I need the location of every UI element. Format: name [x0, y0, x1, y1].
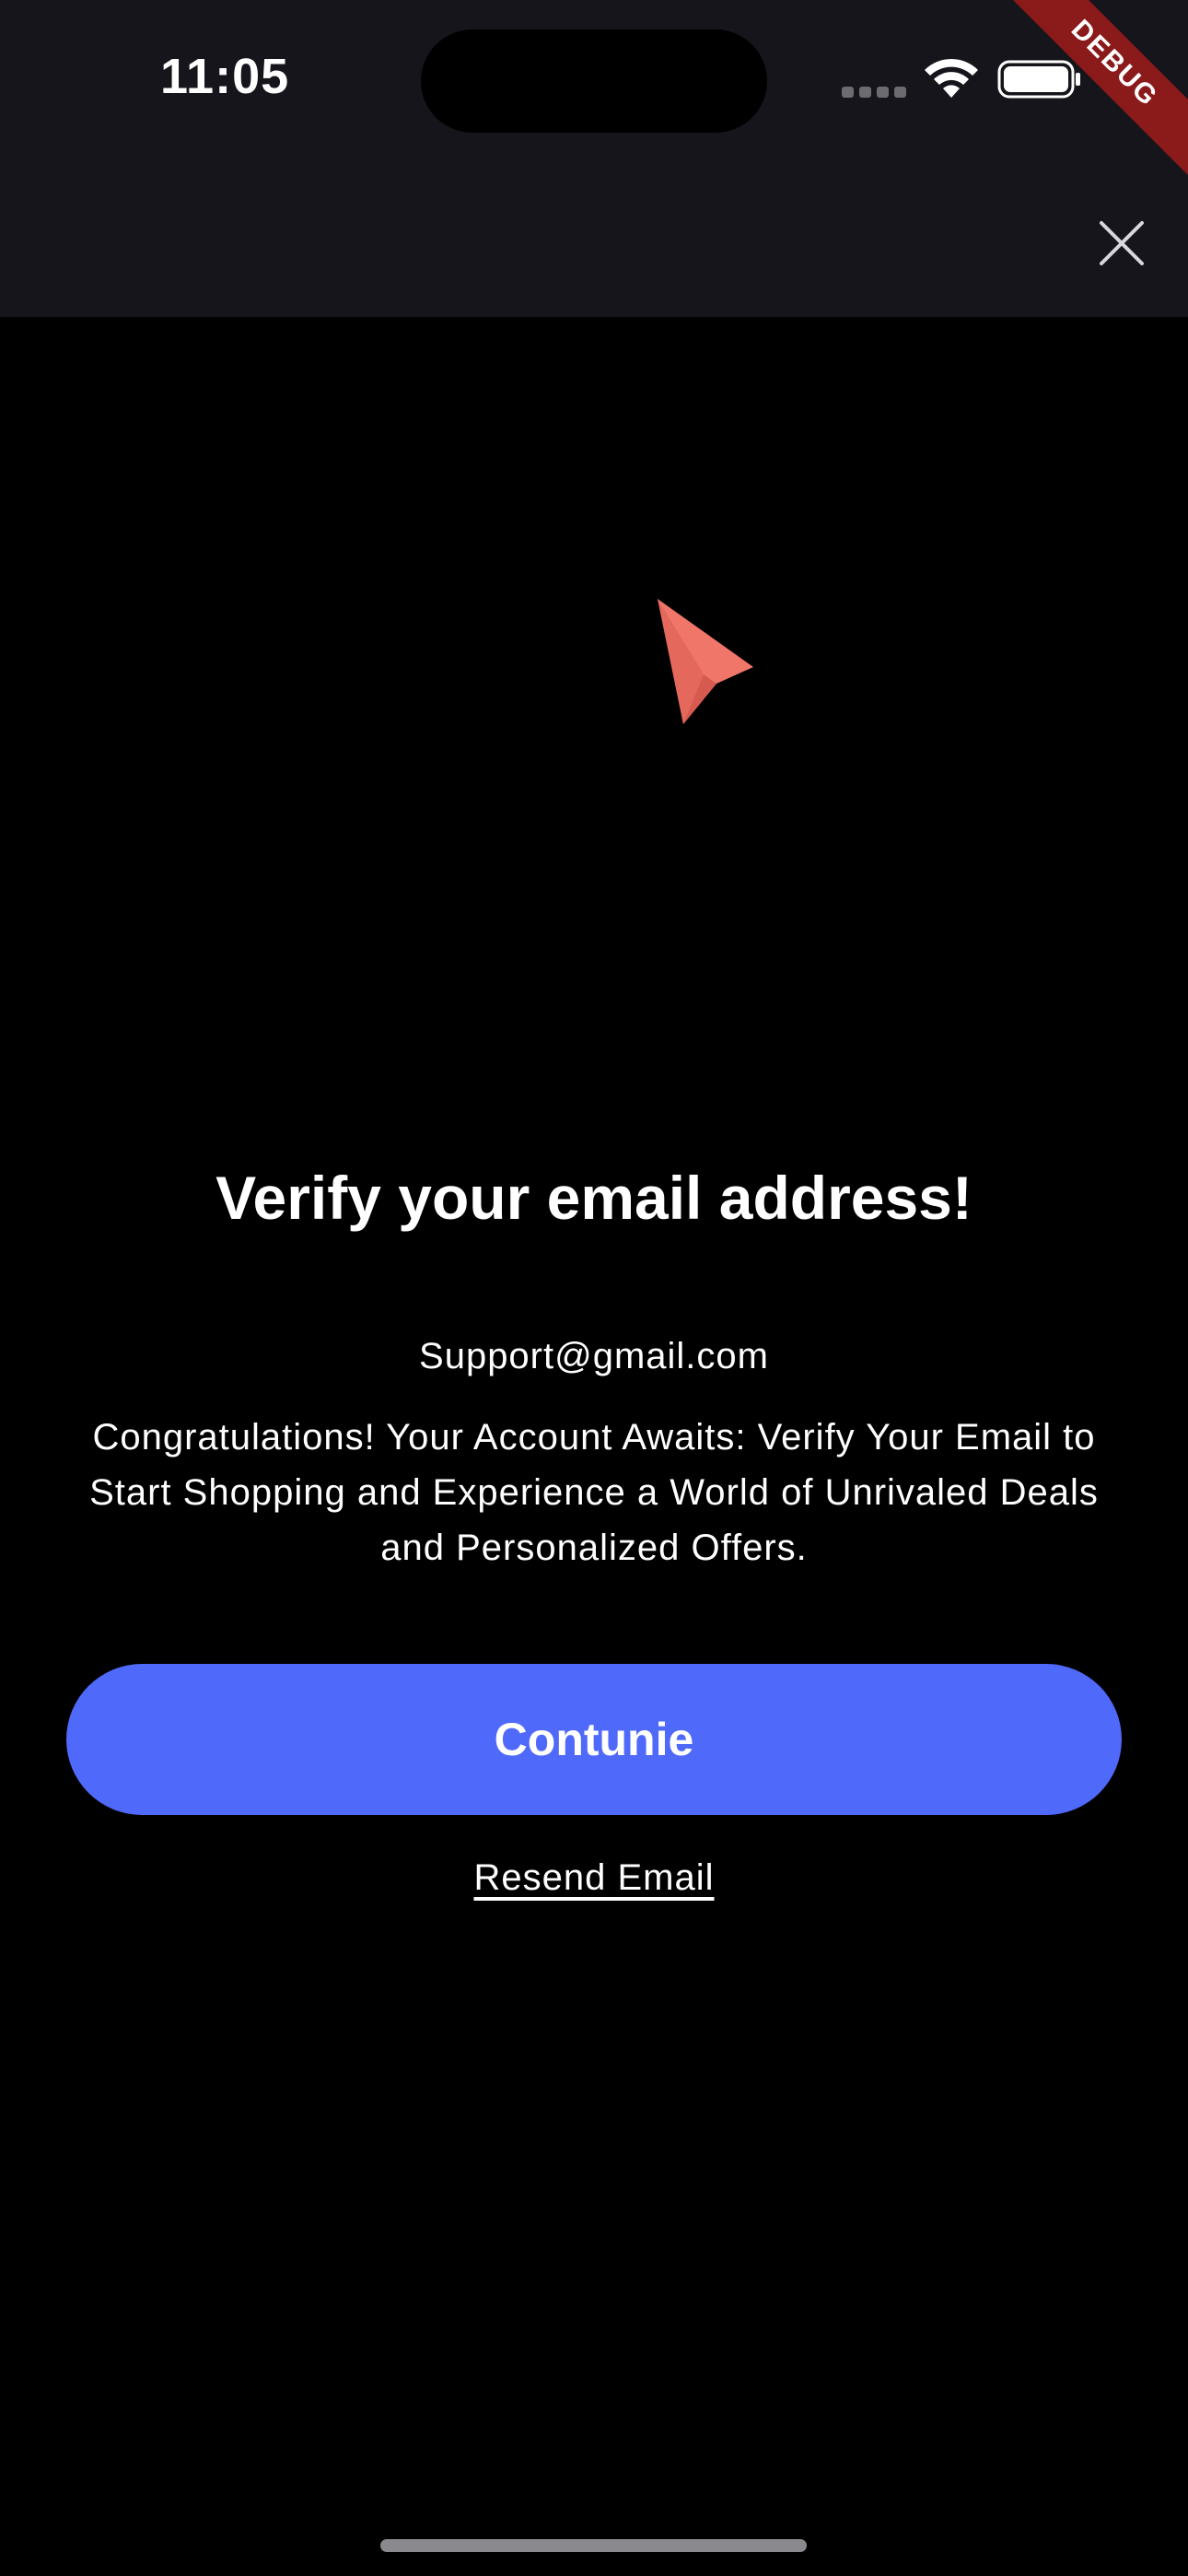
- top-bar: 11:05 DEBUG: [0, 0, 1188, 317]
- status-time: 11:05: [160, 49, 290, 104]
- page-title: Verify your email address!: [215, 1164, 973, 1232]
- continue-button[interactable]: Contunie: [66, 1664, 1122, 1815]
- cellular-signal-icon: [842, 87, 906, 100]
- resend-email-link[interactable]: Resend Email: [473, 1857, 714, 1898]
- email-address: Support@gmail.com: [419, 1336, 769, 1376]
- paper-plane-icon: [658, 599, 753, 724]
- verify-email-screen: 11:05 DEBUG Verify your email address! S…: [0, 0, 1188, 2576]
- wifi-icon: [925, 58, 978, 98]
- battery-icon: [997, 60, 1080, 99]
- home-indicator[interactable]: [380, 2539, 807, 2552]
- dynamic-island: [421, 29, 767, 133]
- description-text: Congratulations! Your Account Awaits: Ve…: [89, 1417, 1099, 1568]
- resend-email-link-wrapper: Resend Email: [0, 1857, 1188, 1899]
- close-icon[interactable]: [1092, 214, 1151, 273]
